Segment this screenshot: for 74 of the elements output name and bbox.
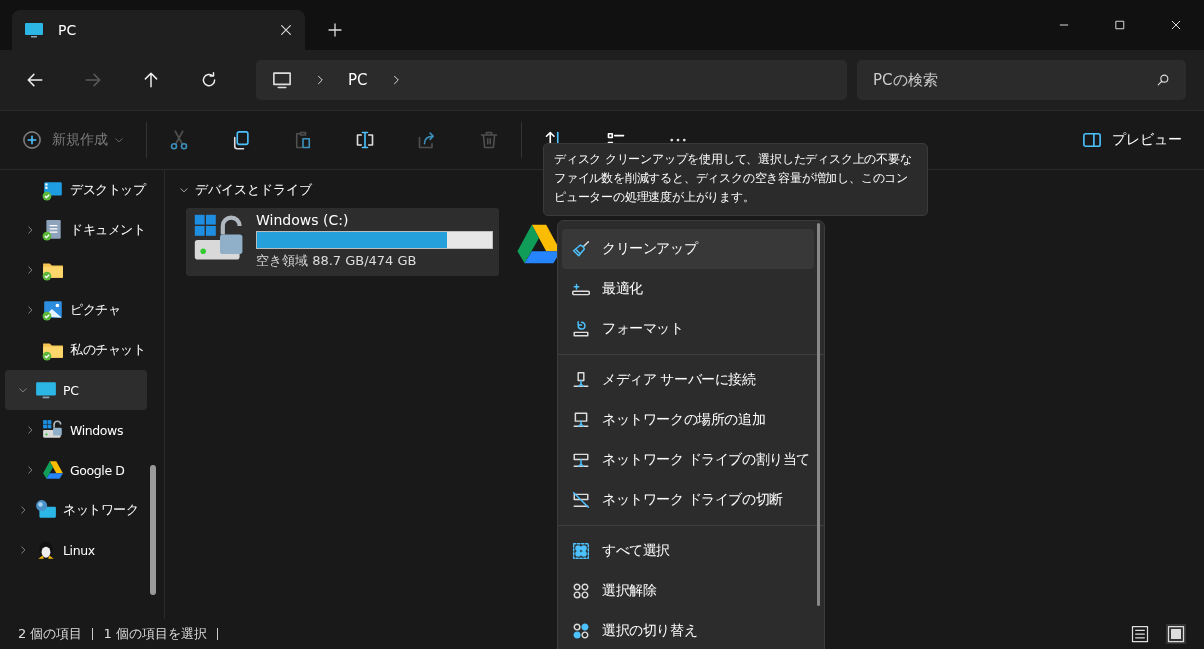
sidebar-item[interactable]: 私のチャット bbox=[5, 330, 147, 370]
drive-tile[interactable]: Windows (C:) 空き領域 88.7 GB/474 GB bbox=[186, 208, 499, 276]
new-button[interactable]: 新規作成 bbox=[22, 130, 124, 150]
sidebar-item[interactable]: PC bbox=[5, 370, 147, 410]
broom-icon bbox=[572, 240, 590, 258]
menu-item[interactable]: フォーマット bbox=[562, 309, 814, 349]
sidebar-item[interactable]: ドキュメント bbox=[5, 210, 147, 250]
breadcrumb[interactable]: PC bbox=[348, 71, 368, 89]
preview-button[interactable]: プレビュー bbox=[1082, 130, 1182, 150]
back-icon[interactable] bbox=[26, 71, 44, 89]
menu-item[interactable]: 最適化 bbox=[562, 269, 814, 309]
sidebar-item[interactable]: ピクチャ bbox=[5, 290, 147, 330]
copy-icon[interactable] bbox=[231, 130, 251, 150]
tooltip: ディスク クリーンアップを使用して、選択したディスク上の不要なファイル数を削減すると、ディスクの空き容量が増加し、このコンピューターの処理速度が上がります。 bbox=[543, 143, 928, 216]
maximize-icon[interactable] bbox=[1114, 19, 1126, 31]
menu-item[interactable]: 選択解除 bbox=[562, 571, 814, 611]
scrollbar[interactable] bbox=[150, 465, 156, 595]
section-title: デバイスとドライブ bbox=[195, 181, 312, 199]
menu-item[interactable]: すべて選択 bbox=[562, 531, 814, 571]
free-space: 空き領域 88.7 GB/474 GB bbox=[256, 252, 418, 270]
details-view-icon[interactable] bbox=[1130, 624, 1150, 644]
new-tab-icon[interactable] bbox=[327, 22, 343, 38]
sidebar-item[interactable]: Windows bbox=[5, 410, 147, 450]
monitor-icon bbox=[35, 379, 57, 401]
rename-icon[interactable] bbox=[355, 130, 375, 150]
chevron-down-icon[interactable] bbox=[18, 385, 28, 395]
network-drive-icon bbox=[572, 451, 590, 469]
select-all-icon bbox=[572, 542, 590, 560]
plus-circle-icon bbox=[22, 130, 42, 150]
item-count: 2 個の項目 bbox=[18, 625, 83, 643]
monitor-icon bbox=[24, 20, 44, 40]
menu-item[interactable]: メディア サーバーに接続 bbox=[562, 360, 814, 400]
chevron-right-icon[interactable] bbox=[25, 305, 35, 315]
triangle-logo-icon bbox=[42, 459, 64, 481]
sidebar-item[interactable]: デスクトップ bbox=[5, 170, 147, 210]
media-server-icon bbox=[572, 371, 590, 389]
network-drive-crossed-icon bbox=[572, 491, 590, 509]
sidebar-item[interactable]: Linux bbox=[5, 530, 147, 570]
caret-icon bbox=[114, 135, 124, 145]
menu-item[interactable]: 選択の切り替え bbox=[562, 611, 814, 649]
tiles-view-icon[interactable] bbox=[1166, 624, 1186, 644]
selection-count: 1 個の項目を選択 bbox=[103, 625, 207, 643]
invert-selection-icon bbox=[572, 622, 590, 640]
menu-item[interactable]: クリーンアップ bbox=[562, 229, 814, 269]
chevron-right-icon[interactable] bbox=[18, 545, 28, 555]
drive-icon bbox=[42, 419, 64, 441]
up-arrow-icon[interactable] bbox=[142, 71, 160, 89]
sidebar-item[interactable]: Google D bbox=[5, 450, 147, 490]
search-icon[interactable] bbox=[1156, 73, 1170, 87]
four-circles-icon bbox=[572, 582, 590, 600]
chevron-right-icon[interactable] bbox=[25, 425, 35, 435]
chevron-right-icon[interactable] bbox=[18, 505, 28, 515]
scrollbar[interactable] bbox=[817, 223, 820, 606]
close-icon[interactable] bbox=[279, 23, 293, 37]
network-computer-icon bbox=[572, 411, 590, 429]
monitor-icon bbox=[272, 70, 292, 90]
chevron-right-icon[interactable] bbox=[25, 225, 35, 235]
menu-item[interactable]: ネットワーク ドライブの切断 bbox=[562, 480, 814, 520]
close-icon[interactable] bbox=[1170, 19, 1182, 31]
menu-item[interactable]: ネットワーク ドライブの割り当て bbox=[562, 440, 814, 480]
preview-pane-icon bbox=[1082, 130, 1102, 150]
chevron-down-icon[interactable] bbox=[179, 185, 189, 195]
search-field[interactable]: PCの検索 bbox=[857, 60, 1186, 100]
tab-title: PC bbox=[58, 22, 78, 38]
chevron-right-icon[interactable] bbox=[25, 265, 35, 275]
network-icon bbox=[35, 499, 57, 521]
window-tab[interactable]: PC bbox=[12, 10, 305, 50]
address-bar[interactable]: PC bbox=[256, 60, 847, 100]
sidebar-item[interactable]: ネットワーク bbox=[5, 490, 147, 530]
drive-name: Windows (C:) bbox=[256, 212, 350, 228]
drive-rotate-icon bbox=[572, 320, 590, 338]
refresh-icon[interactable] bbox=[200, 71, 218, 89]
chevron-right-icon[interactable] bbox=[25, 465, 35, 475]
menu-item[interactable]: ネットワークの場所の追加 bbox=[562, 400, 814, 440]
